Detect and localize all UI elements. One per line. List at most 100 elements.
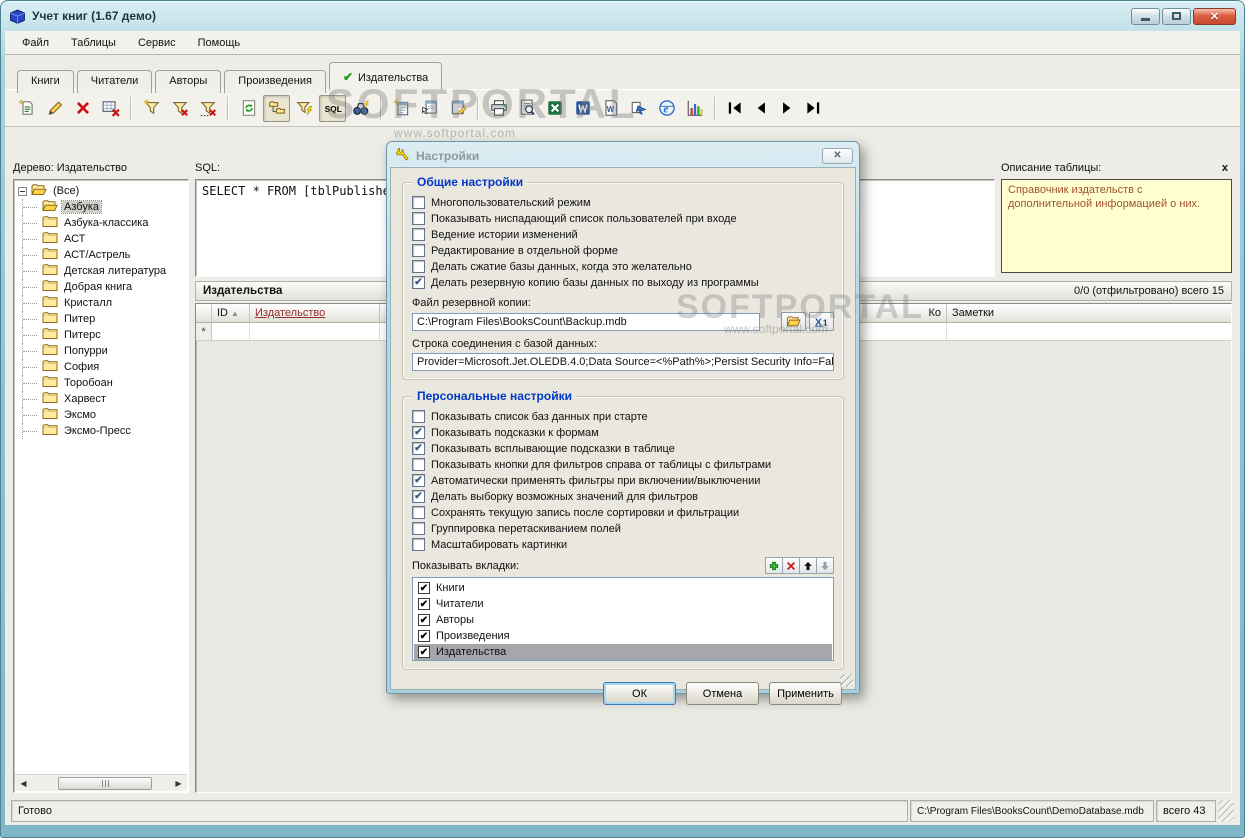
checkbox-unchecked-icon[interactable] bbox=[412, 228, 425, 241]
checkbox-checked-icon[interactable]: ✔ bbox=[412, 276, 425, 289]
toolbar-nav-next-button[interactable] bbox=[774, 95, 799, 122]
grid-cell[interactable] bbox=[250, 323, 380, 340]
tree-item-9[interactable]: Питерс bbox=[14, 327, 188, 343]
toolbar-form-new-button[interactable] bbox=[388, 95, 415, 122]
toolbar-filter-new-button[interactable] bbox=[138, 95, 165, 122]
dialog-resize-grip[interactable] bbox=[840, 674, 853, 687]
tree-item-14[interactable]: Эксмо bbox=[14, 407, 188, 423]
toolbar-form-edit-button[interactable] bbox=[444, 95, 471, 122]
toolbar-print-button[interactable] bbox=[485, 95, 512, 122]
backup-now-button[interactable]: X1 bbox=[809, 312, 834, 331]
toolbar-chart-button[interactable] bbox=[681, 95, 708, 122]
personal-option-8[interactable]: Масштабировать картинки bbox=[412, 537, 834, 552]
checkbox-unchecked-icon[interactable] bbox=[412, 212, 425, 225]
menu-item-1[interactable]: Таблицы bbox=[60, 33, 127, 53]
toolbar-export-excel-button[interactable] bbox=[541, 95, 568, 122]
checkbox-checked-icon[interactable]: ✔ bbox=[412, 490, 425, 503]
toolbar-nav-first-button[interactable] bbox=[722, 95, 747, 122]
grid-column-publisher[interactable]: Издательство bbox=[250, 304, 380, 322]
toolbar-edit-record-button[interactable] bbox=[41, 95, 68, 122]
personal-option-2[interactable]: ✔ Показывать всплывающие подсказки в табл… bbox=[412, 441, 834, 456]
grid-column-id[interactable]: ID ▲ bbox=[212, 304, 250, 322]
tree-item-3[interactable]: АСТ bbox=[14, 231, 188, 247]
checkbox-unchecked-icon[interactable] bbox=[412, 196, 425, 209]
personal-option-3[interactable]: Показывать кнопки для фильтров справа от… bbox=[412, 457, 834, 472]
checkbox-checked-icon[interactable]: ✔ bbox=[418, 614, 430, 626]
tree-item-0[interactable]: (Все) bbox=[14, 183, 188, 199]
checkbox-unchecked-icon[interactable] bbox=[412, 458, 425, 471]
toolbar-filter-clear-all-button[interactable] bbox=[194, 95, 221, 122]
personal-option-1[interactable]: ✔ Показывать подсказки к формам bbox=[412, 425, 834, 440]
tree-item-15[interactable]: Эксмо-Пресс bbox=[14, 423, 188, 439]
general-option-4[interactable]: Делать сжатие базы данных, когда это жел… bbox=[412, 259, 834, 274]
general-option-1[interactable]: Показывать ниспадающий список пользовате… bbox=[412, 211, 834, 226]
general-option-0[interactable]: Многопользовательский режим bbox=[412, 195, 834, 210]
scrollbar-thumb[interactable] bbox=[58, 776, 152, 790]
general-option-2[interactable]: Ведение истории изменений bbox=[412, 227, 834, 242]
checkbox-checked-icon[interactable]: ✔ bbox=[418, 582, 430, 594]
tree-horizontal-scrollbar[interactable]: ◀ ▶ bbox=[15, 774, 187, 791]
general-option-5[interactable]: ✔ Делать резервную копию базы данных по в… bbox=[412, 275, 834, 290]
toolbar-search-button[interactable] bbox=[347, 95, 374, 122]
connection-string-input[interactable]: Provider=Microsoft.Jet.OLEDB.4.0;Data So… bbox=[412, 353, 834, 371]
checkbox-unchecked-icon[interactable] bbox=[412, 538, 425, 551]
minimize-button[interactable] bbox=[1131, 7, 1160, 25]
checkbox-unchecked-icon[interactable] bbox=[412, 506, 425, 519]
tab-move-down-button[interactable] bbox=[816, 557, 834, 574]
tree-item-8[interactable]: Питер bbox=[14, 311, 188, 327]
dialog-close-button[interactable]: ✕ bbox=[822, 147, 853, 164]
ok-button[interactable]: ОК bbox=[603, 682, 676, 705]
toolbar-refresh-button[interactable] bbox=[235, 95, 262, 122]
backup-path-input[interactable]: C:\Program Files\BooksCount\Backup.mdb bbox=[412, 312, 760, 331]
tree-item-12[interactable]: Торобоан bbox=[14, 375, 188, 391]
scroll-right-icon[interactable]: ▶ bbox=[170, 775, 187, 791]
visible-tab-item-4[interactable]: ✔ Издательства bbox=[414, 644, 832, 660]
checkbox-checked-icon[interactable]: ✔ bbox=[418, 598, 430, 610]
title-bar[interactable]: Учет книг (1.67 демо) ✕ bbox=[1, 1, 1244, 31]
tab-4[interactable]: ✔ Издательства bbox=[328, 62, 443, 90]
checkbox-checked-icon[interactable]: ✔ bbox=[418, 630, 430, 642]
tree-item-4[interactable]: АСТ/Астрель bbox=[14, 247, 188, 263]
tab-2[interactable]: Авторы bbox=[155, 70, 222, 93]
tab-move-up-button[interactable] bbox=[799, 557, 817, 574]
tab-3[interactable]: Произведения bbox=[224, 70, 326, 93]
toolbar-nav-last-button[interactable] bbox=[800, 95, 825, 122]
checkbox-unchecked-icon[interactable] bbox=[412, 522, 425, 535]
personal-option-5[interactable]: ✔ Делать выборку возможных значений для ф… bbox=[412, 489, 834, 504]
toolbar-delete-record-button[interactable] bbox=[69, 95, 96, 122]
checkbox-checked-icon[interactable]: ✔ bbox=[412, 426, 425, 439]
toolbar-export-data-button[interactable] bbox=[625, 95, 652, 122]
grid-cell[interactable] bbox=[947, 323, 1231, 340]
browse-folder-button[interactable] bbox=[781, 312, 806, 331]
toolbar-open-browser-button[interactable]: e bbox=[653, 95, 680, 122]
visible-tab-item-3[interactable]: ✔ Произведения bbox=[414, 628, 832, 644]
visible-tab-item-0[interactable]: ✔ Книги bbox=[414, 580, 832, 596]
checkbox-unchecked-icon[interactable] bbox=[412, 410, 425, 423]
tree-item-1[interactable]: Азбука bbox=[14, 199, 188, 215]
personal-option-0[interactable]: Показывать список баз данных при старте bbox=[412, 409, 834, 424]
checkbox-unchecked-icon[interactable] bbox=[412, 244, 425, 257]
toolbar-nav-prev-button[interactable] bbox=[748, 95, 773, 122]
tree-item-2[interactable]: Азбука-классика bbox=[14, 215, 188, 231]
visible-tab-item-2[interactable]: ✔ Авторы bbox=[414, 612, 832, 628]
toolbar-sql-toggle-button[interactable]: SQL bbox=[319, 94, 346, 122]
tree-item-10[interactable]: Попурри bbox=[14, 343, 188, 359]
toolbar-form-open-button[interactable] bbox=[416, 95, 443, 122]
dialog-title-bar[interactable]: Настройки ✕ bbox=[390, 144, 856, 167]
tree-item-11[interactable]: София bbox=[14, 359, 188, 375]
menu-item-3[interactable]: Помощь bbox=[187, 33, 252, 53]
tab-1[interactable]: Читатели bbox=[76, 70, 153, 93]
toolbar-new-record-button[interactable] bbox=[13, 95, 40, 122]
checkbox-unchecked-icon[interactable] bbox=[412, 260, 425, 273]
tree-item-13[interactable]: Харвест bbox=[14, 391, 188, 407]
description-close-icon[interactable]: x bbox=[1222, 162, 1232, 174]
tree-item-5[interactable]: Детская литература bbox=[14, 263, 188, 279]
tab-delete-button[interactable] bbox=[782, 557, 800, 574]
close-button[interactable]: ✕ bbox=[1193, 7, 1236, 25]
grid-column-notes[interactable]: Заметки bbox=[947, 304, 1231, 322]
dialog-button-1[interactable]: Отмена bbox=[686, 682, 759, 705]
menu-item-0[interactable]: Файл bbox=[11, 33, 60, 53]
tab-add-button[interactable] bbox=[765, 557, 783, 574]
tree-collapse-icon[interactable] bbox=[18, 186, 27, 196]
tree-item-7[interactable]: Кристалл bbox=[14, 295, 188, 311]
